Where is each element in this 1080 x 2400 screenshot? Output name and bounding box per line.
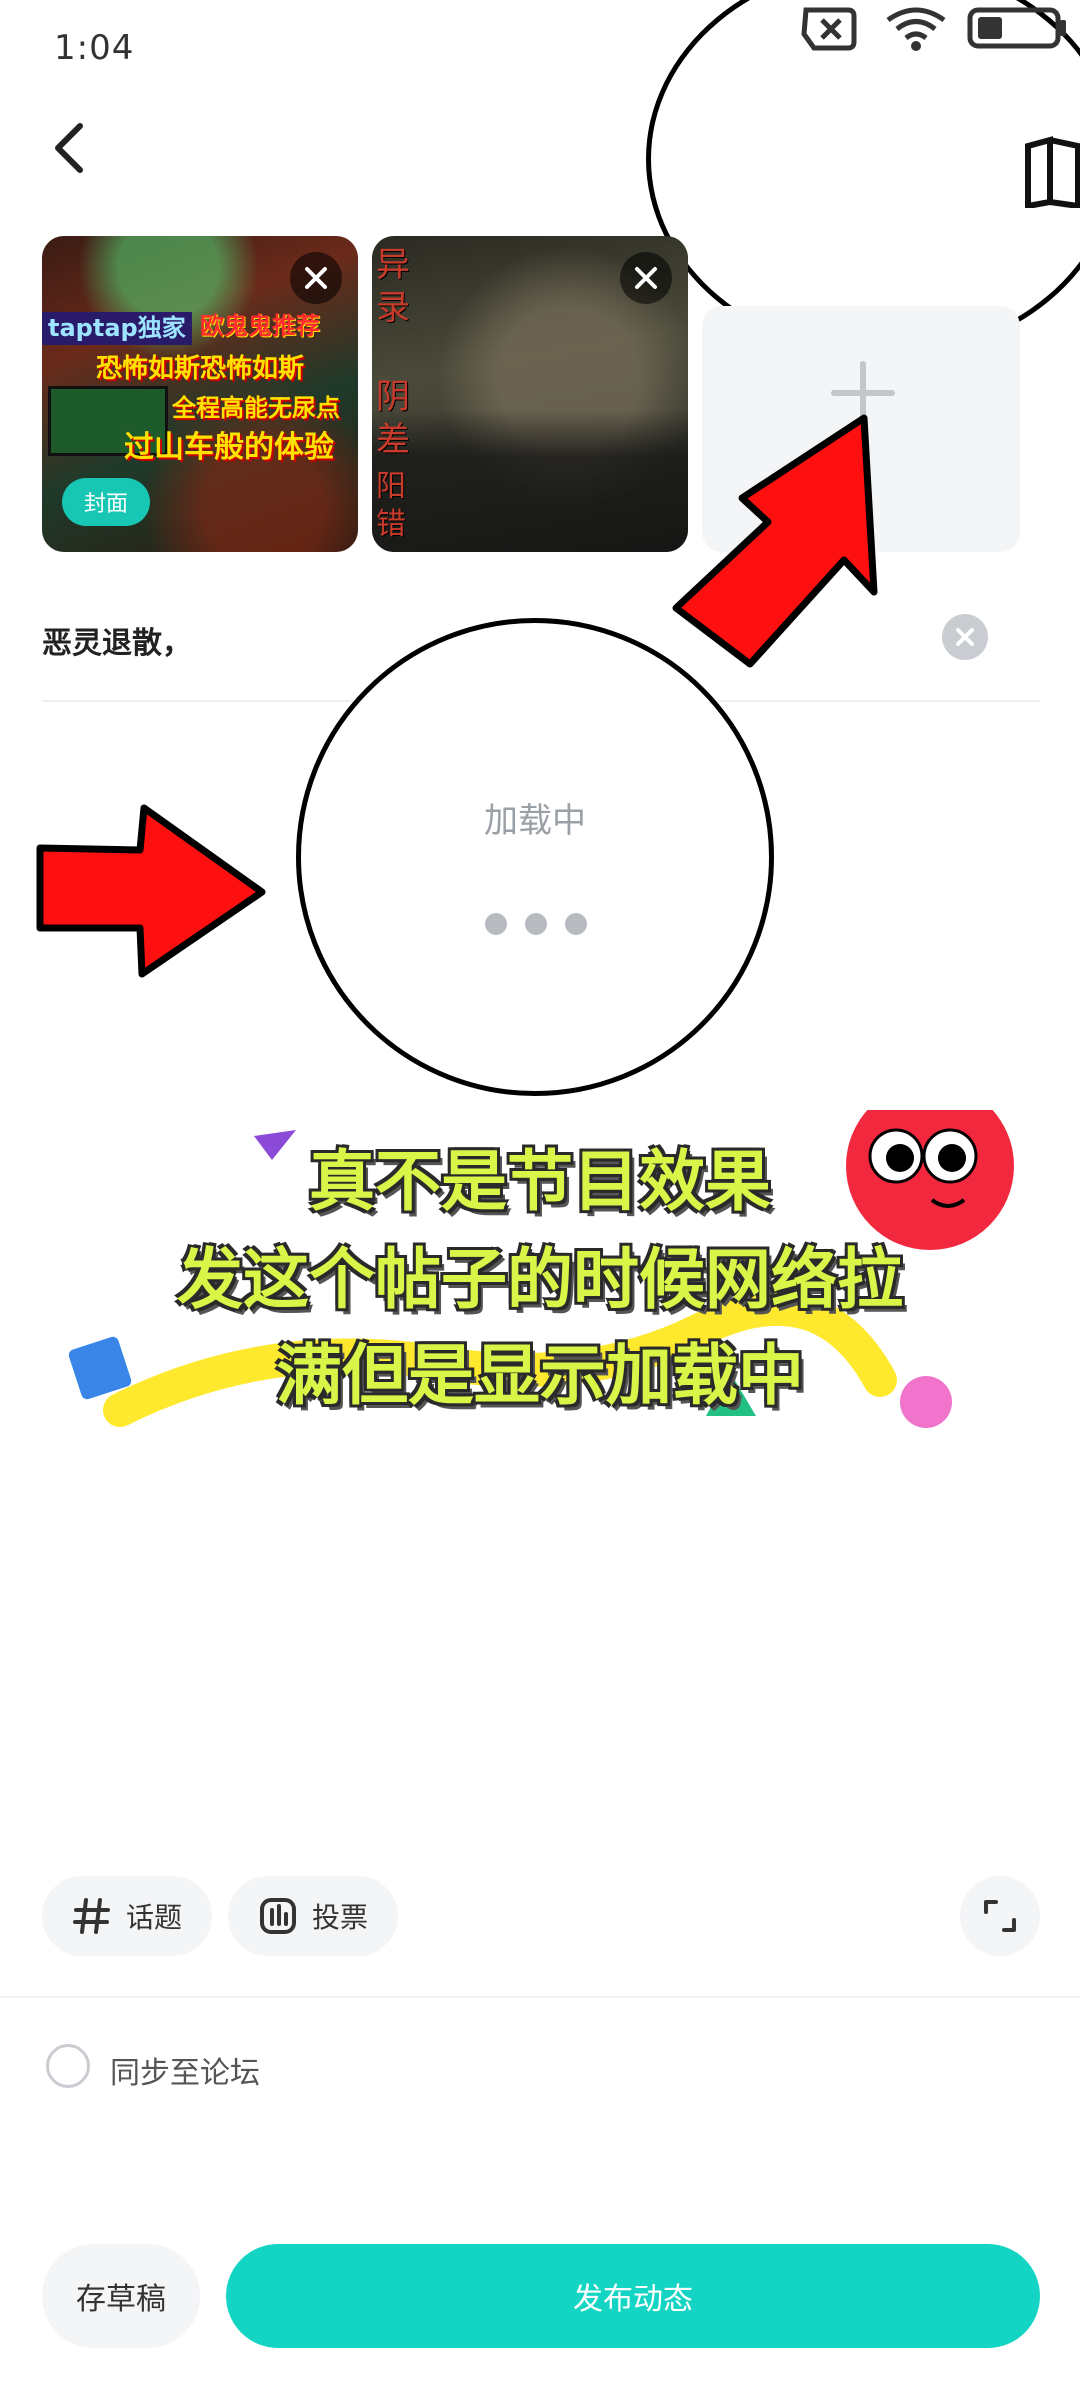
thumb2-title-2: 阴差 <box>376 376 416 461</box>
close-icon[interactable] <box>620 252 672 304</box>
caption-line-1: 真不是节目效果 <box>309 1143 771 1220</box>
thumb-caption-5: 过山车般的体验 <box>124 430 334 465</box>
battery-icon <box>967 7 1066 49</box>
expand-button[interactable] <box>960 1876 1040 1956</box>
thumb2-title-3: 阳错 <box>376 468 416 543</box>
publish-label: 发布动态 <box>573 2282 693 2317</box>
save-draft-button[interactable]: 存草稿 <box>42 2244 200 2348</box>
caption-line-3: 满但是显示加载中 <box>276 1337 804 1414</box>
red-arrow-annotation <box>672 414 878 668</box>
thumb-caption-2: 欧鬼鬼推荐 <box>200 312 320 340</box>
caption-line-2: 发这个帖子的时候网络拉 <box>177 1241 903 1318</box>
vote-icon <box>260 1898 296 1934</box>
loading-dot <box>565 913 587 935</box>
book-icon[interactable] <box>1022 136 1080 208</box>
sync-forum-label: 同步至论坛 <box>110 2056 260 2091</box>
loading-text: 加载中 <box>484 801 586 841</box>
vote-button[interactable]: 投票 <box>228 1876 398 1956</box>
clear-title-icon[interactable] <box>942 614 988 660</box>
thumb-caption-1: taptap独家 <box>42 312 192 345</box>
expand-icon <box>984 1900 1016 1932</box>
loading-dot <box>485 913 507 935</box>
cover-badge: 封面 <box>62 478 151 526</box>
post-title-input[interactable]: 恶灵退散， <box>42 618 192 662</box>
thumb2-line: 阴差 <box>376 377 410 460</box>
image-thumbnail-1[interactable]: taptap独家 欧鬼鬼推荐 恐怖如斯恐怖如斯 全程高能无尿点 过山车般的体验 … <box>42 236 358 552</box>
save-draft-label: 存草稿 <box>76 2282 166 2317</box>
thumb2-line: 异录 <box>376 245 410 328</box>
topic-label: 话题 <box>126 1901 183 1934</box>
thumb-caption-3: 恐怖如斯恐怖如斯 <box>96 354 305 384</box>
hash-icon <box>73 1898 110 1934</box>
back-icon[interactable] <box>48 118 92 178</box>
topic-button[interactable]: 话题 <box>42 1876 212 1956</box>
loading-annotation-circle: 加载中 <box>296 618 774 1096</box>
divider <box>0 1996 1080 1998</box>
notification-off-icon <box>801 7 857 51</box>
status-time: 1:04 <box>54 28 135 68</box>
status-icons <box>801 7 1066 51</box>
thumb2-line: 阳错 <box>376 469 406 542</box>
wifi-icon <box>886 7 946 51</box>
close-icon[interactable] <box>290 252 342 304</box>
sync-forum-checkbox[interactable] <box>46 2044 90 2088</box>
vote-label: 投票 <box>312 1901 369 1934</box>
publish-button[interactable]: 发布动态 <box>226 2244 1040 2348</box>
thumb2-title: 异录 <box>376 244 416 329</box>
red-arrow-annotation <box>36 804 266 978</box>
image-thumbnail-2[interactable]: 异录 阴差 阳错 <box>372 236 688 552</box>
loading-dot <box>525 913 547 935</box>
thumb-caption-4: 全程高能无尿点 <box>172 394 340 422</box>
